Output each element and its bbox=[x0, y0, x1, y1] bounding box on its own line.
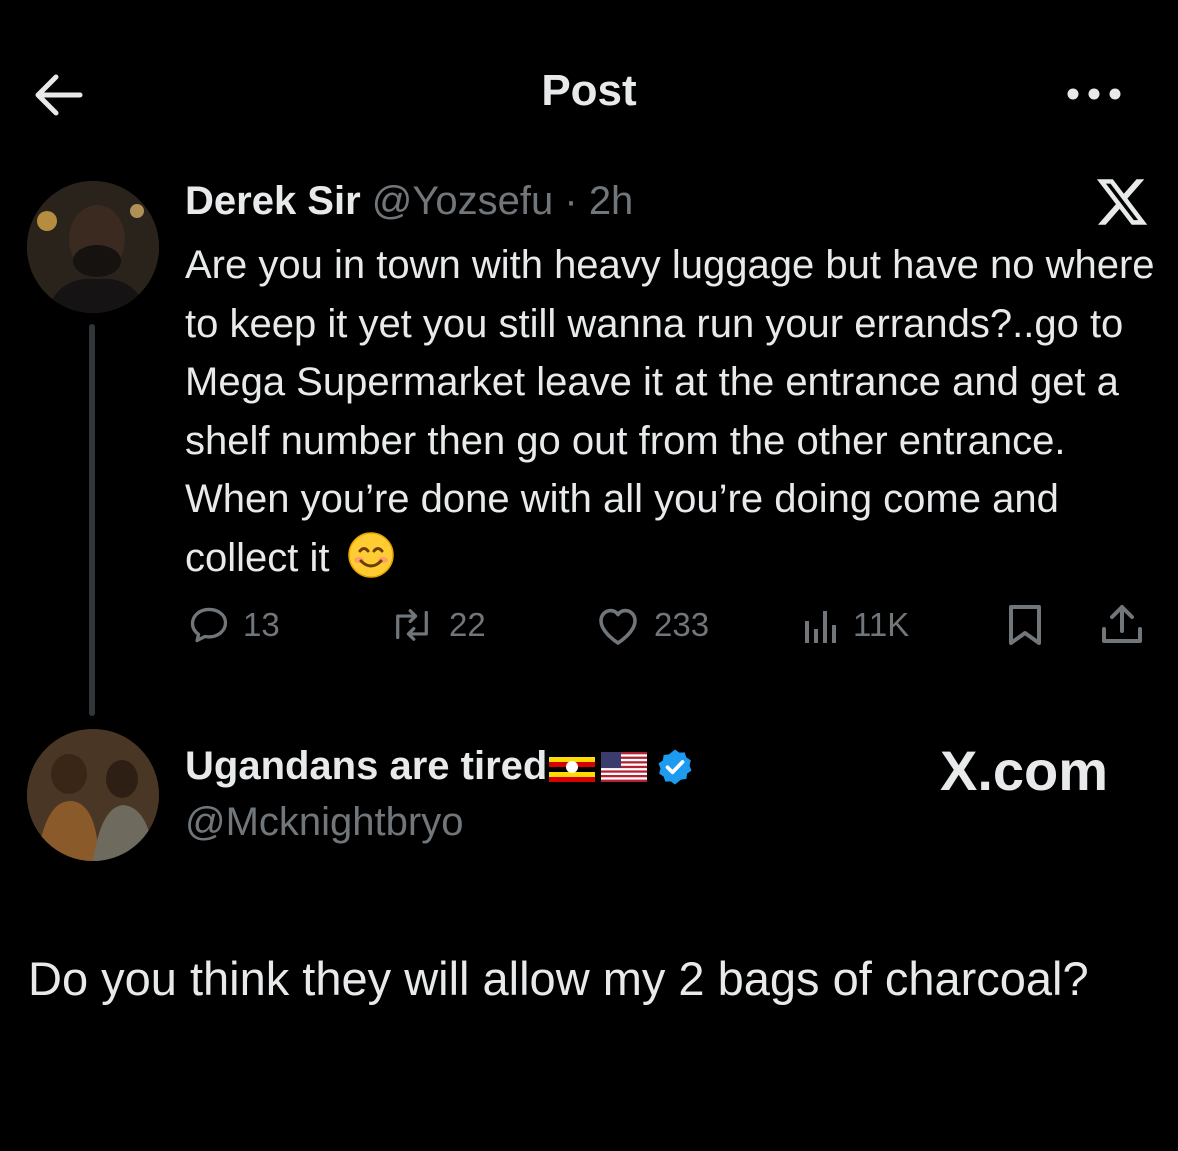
thread-line bbox=[89, 324, 95, 716]
like-count: 233 bbox=[654, 606, 710, 643]
quoted-author-name[interactable]: Ugandans are tired bbox=[185, 744, 547, 789]
quoted-author-line: Ugandans are tired bbox=[185, 744, 695, 789]
usa-flag-icon bbox=[601, 751, 648, 782]
avatar[interactable] bbox=[27, 729, 159, 861]
quoted-author-handle[interactable]: @Mcknightbryo bbox=[185, 800, 463, 845]
smiling-face-emoji-icon bbox=[347, 531, 394, 578]
views-count: 11K bbox=[853, 606, 910, 643]
repost-icon bbox=[396, 609, 428, 641]
watermark-text: X.com bbox=[940, 739, 1109, 802]
verified-badge-icon bbox=[658, 749, 692, 784]
reply-button[interactable]: 13 bbox=[187, 600, 280, 650]
tweet-text-content: Are you in town with heavy luggage but h… bbox=[185, 243, 1155, 580]
more-options-button[interactable] bbox=[1062, 82, 1126, 106]
reply-icon bbox=[190, 607, 228, 643]
avatar-photo bbox=[27, 729, 159, 861]
like-icon bbox=[599, 608, 637, 645]
repost-count: 22 bbox=[449, 606, 486, 643]
timestamp[interactable]: 2h bbox=[589, 179, 634, 223]
views-icon bbox=[805, 611, 836, 643]
reply-count: 13 bbox=[243, 606, 280, 643]
quoted-tweet-text: Do you think they will allow my 2 bags o… bbox=[28, 952, 1089, 1005]
share-button[interactable] bbox=[1098, 600, 1158, 650]
bookmark-button[interactable] bbox=[1003, 600, 1059, 650]
x-logo-icon bbox=[1094, 174, 1150, 230]
avatar[interactable] bbox=[27, 181, 159, 313]
page-title: Post bbox=[541, 66, 637, 115]
tweet-header: Derek Sir @Yozsefu · 2h bbox=[185, 179, 633, 224]
author-handle[interactable]: @Yozsefu bbox=[372, 179, 553, 223]
like-button[interactable]: 233 bbox=[594, 600, 709, 650]
separator-dot: · bbox=[553, 179, 589, 223]
avatar-photo bbox=[27, 181, 159, 313]
uganda-flag-icon bbox=[549, 751, 596, 782]
bookmark-icon bbox=[1009, 605, 1041, 645]
share-icon bbox=[1102, 605, 1142, 643]
author-name[interactable]: Derek Sir bbox=[185, 179, 361, 223]
repost-button[interactable]: 22 bbox=[387, 600, 486, 650]
views-button[interactable]: 11K bbox=[801, 600, 909, 650]
more-icon bbox=[1067, 88, 1121, 100]
tweet-text: Are you in town with heavy luggage but h… bbox=[185, 236, 1165, 587]
